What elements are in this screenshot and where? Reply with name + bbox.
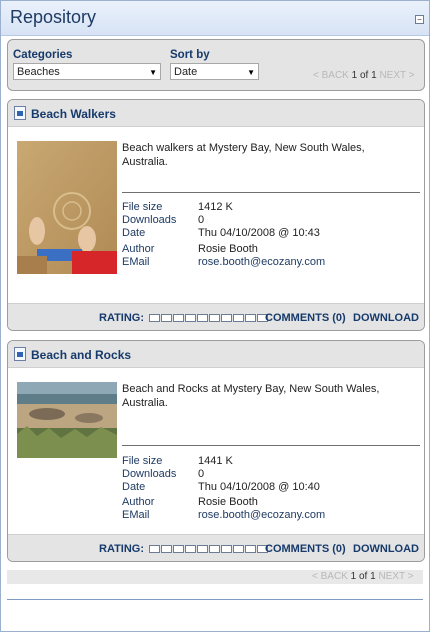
card-footer: RATING: COMMENTS (0) DOWNLOAD xyxy=(8,303,424,330)
divider xyxy=(7,599,423,600)
downloads-value: 0 xyxy=(198,468,205,480)
filesize-label: File size xyxy=(122,201,163,213)
date-value: Thu 04/10/2008 @ 10:40 xyxy=(198,481,320,493)
filesize-value: 1412 K xyxy=(198,201,233,213)
rating-box[interactable] xyxy=(245,314,256,322)
rating-label: RATING: xyxy=(99,312,145,324)
item-title[interactable]: Beach and Rocks xyxy=(31,348,131,362)
repository-panel: Repository − Categories Beaches ▼ Sort b… xyxy=(0,0,430,632)
pager-back-link[interactable]: < BACK xyxy=(312,571,348,582)
filesize-label: File size xyxy=(122,455,163,467)
categories-label: Categories xyxy=(13,49,73,61)
pager-next-link[interactable]: NEXT > xyxy=(378,571,413,582)
rating-box[interactable] xyxy=(209,314,220,322)
sortby-label: Sort by xyxy=(170,49,210,61)
email-label: EMail xyxy=(122,256,150,268)
item-card: Beach and Rocks Beach and Rocks at Myste… xyxy=(7,340,425,562)
rating-box[interactable] xyxy=(209,545,220,553)
pager-bar-bottom: < BACK 1 of 1 NEXT > xyxy=(7,570,423,584)
item-card: Beach Walkers Beach walkers at Mystery B… xyxy=(7,99,425,331)
rating-box[interactable] xyxy=(185,545,196,553)
rating-box[interactable] xyxy=(161,314,172,322)
categories-value: Beaches xyxy=(17,66,60,78)
email-label: EMail xyxy=(122,509,150,521)
divider xyxy=(122,445,420,446)
sortby-select[interactable]: Date ▼ xyxy=(170,63,259,80)
card-header: Beach and Rocks xyxy=(8,341,424,368)
download-link[interactable]: DOWNLOAD xyxy=(353,312,419,324)
pager-back-link[interactable]: < BACK xyxy=(313,70,349,81)
rating-box[interactable] xyxy=(197,314,208,322)
rating-box[interactable] xyxy=(233,545,244,553)
minimize-icon[interactable]: − xyxy=(415,15,424,24)
author-value: Rosie Booth xyxy=(198,496,258,508)
item-thumbnail[interactable] xyxy=(17,141,117,274)
card-header: Beach Walkers xyxy=(8,100,424,127)
pager-current: 1 of 1 xyxy=(350,571,376,582)
item-title[interactable]: Beach Walkers xyxy=(31,107,116,121)
date-label: Date xyxy=(122,227,146,239)
author-label: Author xyxy=(122,243,155,255)
chevron-down-icon: ▼ xyxy=(149,68,157,77)
rating-box[interactable] xyxy=(233,314,244,322)
downloads-value: 0 xyxy=(198,214,205,226)
title-bar: Repository − xyxy=(1,1,429,36)
rating-box[interactable] xyxy=(149,314,160,322)
email-link[interactable]: rose.booth@ecozany.com xyxy=(198,256,325,268)
downloads-label: Downloads xyxy=(122,468,177,480)
rating-box[interactable] xyxy=(221,314,232,322)
filesize-value: 1441 K xyxy=(198,455,233,467)
date-value: Thu 04/10/2008 @ 10:43 xyxy=(198,227,320,239)
rating-boxes[interactable] xyxy=(149,314,269,322)
sortby-value: Date xyxy=(174,66,198,78)
download-link[interactable]: DOWNLOAD xyxy=(353,543,419,555)
email-link[interactable]: rose.booth@ecozany.com xyxy=(198,509,325,521)
downloads-label: Downloads xyxy=(122,214,177,226)
pager-top: < BACK 1 of 1 NEXT > xyxy=(313,70,415,81)
rating-box[interactable] xyxy=(173,314,184,322)
item-thumbnail[interactable] xyxy=(17,382,117,458)
rating-boxes[interactable] xyxy=(149,545,269,553)
filter-bar: Categories Beaches ▼ Sort by Date ▼ < BA… xyxy=(7,39,425,91)
categories-select[interactable]: Beaches ▼ xyxy=(13,63,161,80)
rating-box[interactable] xyxy=(245,545,256,553)
rating-box[interactable] xyxy=(221,545,232,553)
document-icon xyxy=(14,106,26,120)
rating-box[interactable] xyxy=(161,545,172,553)
item-description: Beach and Rocks at Mystery Bay, New Sout… xyxy=(122,383,380,409)
rating-box[interactable] xyxy=(173,545,184,553)
pager-current: 1 of 1 xyxy=(351,70,377,81)
date-label: Date xyxy=(122,481,146,493)
card-footer: RATING: COMMENTS (0) DOWNLOAD xyxy=(8,534,424,561)
chevron-down-icon: ▼ xyxy=(247,68,255,77)
document-icon xyxy=(14,347,26,361)
rating-box[interactable] xyxy=(149,545,160,553)
pager-bottom: < BACK 1 of 1 NEXT > xyxy=(312,571,414,582)
rating-box[interactable] xyxy=(197,545,208,553)
rating-box[interactable] xyxy=(185,314,196,322)
comments-link[interactable]: COMMENTS (0) xyxy=(265,312,346,324)
page-title: Repository xyxy=(10,7,97,27)
item-description: Beach walkers at Mystery Bay, New South … xyxy=(122,142,365,168)
author-value: Rosie Booth xyxy=(198,243,258,255)
divider xyxy=(122,192,420,193)
author-label: Author xyxy=(122,496,155,508)
pager-next-link[interactable]: NEXT > xyxy=(379,70,414,81)
rating-label: RATING: xyxy=(99,543,145,555)
comments-link[interactable]: COMMENTS (0) xyxy=(265,543,346,555)
